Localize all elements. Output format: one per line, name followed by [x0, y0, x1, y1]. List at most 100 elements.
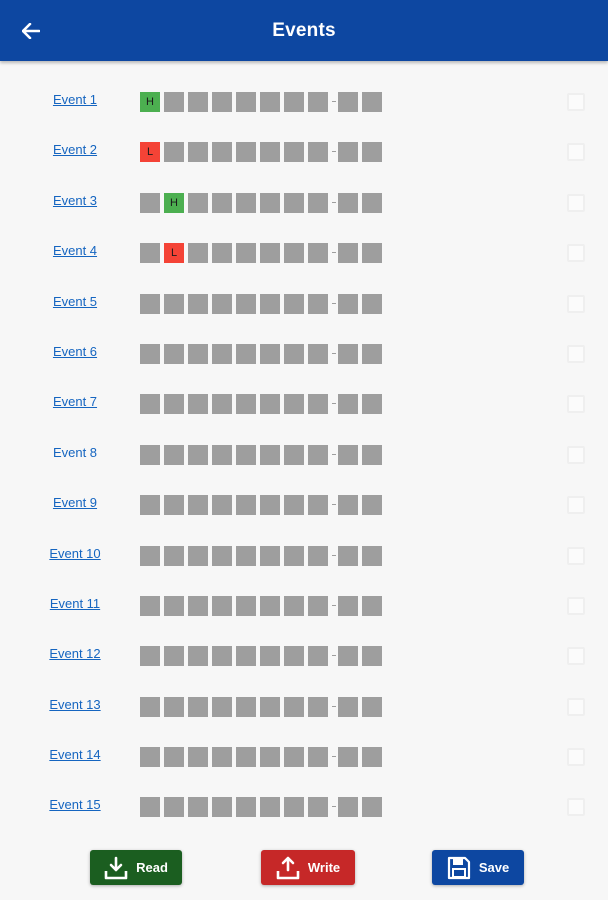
event-checkbox[interactable]: [567, 697, 585, 716]
event-cell[interactable]: [164, 394, 184, 415]
event-cell[interactable]: [308, 444, 328, 465]
event-cell[interactable]: [362, 595, 382, 616]
event-cell[interactable]: [188, 192, 208, 213]
event-cell[interactable]: [188, 595, 208, 616]
event-cell[interactable]: [338, 142, 358, 163]
event-cell[interactable]: [338, 444, 358, 465]
event-cell[interactable]: [140, 243, 160, 264]
event-cell[interactable]: [308, 595, 328, 616]
event-cell[interactable]: [212, 293, 232, 314]
event-cell-h[interactable]: H: [164, 192, 184, 213]
event-cell[interactable]: [188, 696, 208, 717]
event-cell[interactable]: [338, 343, 358, 364]
event-cell[interactable]: [260, 545, 280, 566]
event-cell[interactable]: [212, 545, 232, 566]
event-checkbox[interactable]: [567, 395, 585, 414]
event-checkbox[interactable]: [567, 143, 585, 162]
event-cell[interactable]: [236, 142, 256, 163]
event-cell[interactable]: [188, 243, 208, 264]
event-cell[interactable]: [140, 797, 160, 818]
event-cell[interactable]: [188, 142, 208, 163]
event-cell[interactable]: [236, 797, 256, 818]
event-cell[interactable]: [164, 92, 184, 112]
event-cell[interactable]: [308, 343, 328, 364]
event-cell[interactable]: [140, 696, 160, 717]
event-cell[interactable]: [236, 192, 256, 213]
event-cell[interactable]: [188, 293, 208, 314]
event-cell[interactable]: [362, 545, 382, 566]
event-cell[interactable]: [188, 394, 208, 415]
event-link[interactable]: Event 12: [40, 646, 110, 661]
event-cell[interactable]: [362, 646, 382, 667]
event-cell[interactable]: [212, 243, 232, 264]
event-cell[interactable]: [308, 545, 328, 566]
event-cell[interactable]: [236, 747, 256, 768]
event-cell[interactable]: [338, 293, 358, 314]
event-cell[interactable]: [284, 142, 304, 163]
event-cell[interactable]: [164, 343, 184, 364]
event-cell[interactable]: [140, 495, 160, 516]
event-cell[interactable]: [260, 495, 280, 516]
event-checkbox[interactable]: [567, 546, 585, 565]
event-cell[interactable]: [140, 545, 160, 566]
event-cell[interactable]: [260, 747, 280, 768]
event-cell[interactable]: [308, 646, 328, 667]
event-cell[interactable]: [260, 646, 280, 667]
event-cell[interactable]: [362, 142, 382, 163]
event-cell[interactable]: [362, 797, 382, 818]
event-cell[interactable]: [284, 595, 304, 616]
event-cell[interactable]: [140, 394, 160, 415]
event-cell[interactable]: [164, 293, 184, 314]
event-cell[interactable]: [140, 293, 160, 314]
event-cell[interactable]: [338, 747, 358, 768]
event-cell[interactable]: [260, 797, 280, 818]
event-cell[interactable]: [164, 495, 184, 516]
event-cell[interactable]: [308, 192, 328, 213]
event-cell[interactable]: [212, 747, 232, 768]
event-cell[interactable]: [236, 696, 256, 717]
event-cell[interactable]: [212, 142, 232, 163]
event-cell[interactable]: [338, 192, 358, 213]
event-link[interactable]: Event 1: [40, 92, 110, 107]
event-cell[interactable]: [362, 92, 382, 112]
event-checkbox[interactable]: [567, 798, 585, 817]
event-checkbox[interactable]: [567, 647, 585, 666]
event-cell[interactable]: [308, 747, 328, 768]
event-cell[interactable]: [236, 92, 256, 112]
event-cell[interactable]: [164, 797, 184, 818]
event-cell[interactable]: [188, 747, 208, 768]
event-cell[interactable]: [140, 192, 160, 213]
event-cell[interactable]: [338, 595, 358, 616]
event-link[interactable]: Event 2: [40, 142, 110, 157]
event-cell[interactable]: [308, 142, 328, 163]
event-cell[interactable]: [212, 696, 232, 717]
event-cell[interactable]: [284, 646, 304, 667]
event-cell[interactable]: [284, 192, 304, 213]
event-cell[interactable]: [260, 444, 280, 465]
event-cell[interactable]: [236, 545, 256, 566]
event-cell[interactable]: [284, 394, 304, 415]
event-cell[interactable]: [284, 545, 304, 566]
event-cell[interactable]: [260, 293, 280, 314]
event-link[interactable]: Event 14: [40, 747, 110, 762]
event-link[interactable]: Event 5: [40, 294, 110, 309]
event-cell[interactable]: [362, 243, 382, 264]
event-cell[interactable]: [140, 646, 160, 667]
event-cell[interactable]: [164, 747, 184, 768]
event-cell[interactable]: [284, 92, 304, 112]
event-cell[interactable]: [140, 747, 160, 768]
event-cell[interactable]: [308, 243, 328, 264]
event-cell[interactable]: [140, 343, 160, 364]
event-cell-h[interactable]: H: [140, 92, 160, 112]
event-cell[interactable]: [140, 595, 160, 616]
event-cell[interactable]: [362, 192, 382, 213]
event-cell[interactable]: [338, 495, 358, 516]
event-cell[interactable]: [284, 747, 304, 768]
event-cell[interactable]: [188, 646, 208, 667]
event-cell[interactable]: [260, 343, 280, 364]
event-cell[interactable]: [284, 797, 304, 818]
event-cell[interactable]: [236, 343, 256, 364]
event-cell[interactable]: [212, 646, 232, 667]
event-link[interactable]: Event 8: [40, 445, 110, 460]
event-checkbox[interactable]: [567, 496, 585, 515]
